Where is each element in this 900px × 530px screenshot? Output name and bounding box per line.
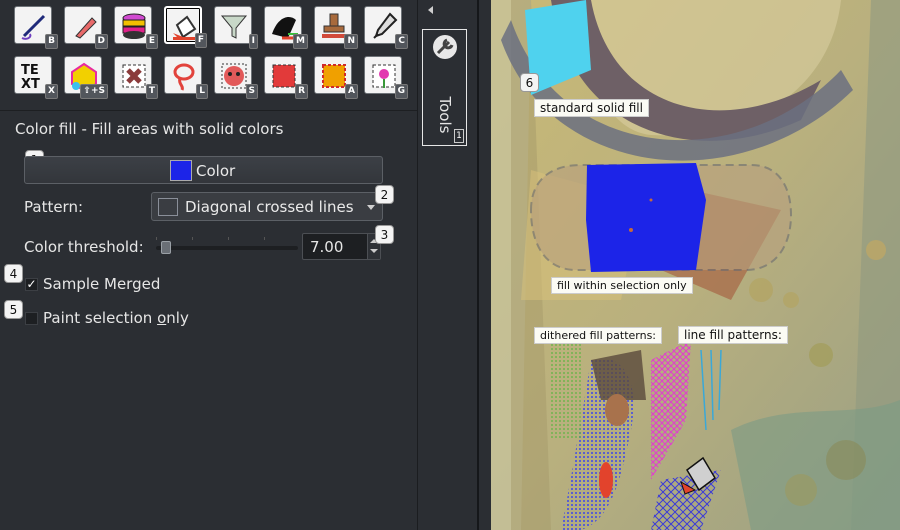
shortcut-key-label: T — [145, 84, 158, 99]
lasso-icon — [173, 63, 195, 91]
shortcut-key-label: C — [395, 34, 408, 49]
shortcut-key-label: E — [145, 34, 158, 49]
tool-title: Color fill - Fill areas with solid color… — [15, 120, 284, 138]
shortcut-key-label: A — [345, 84, 358, 99]
tool-button-magic-fill[interactable]: M — [264, 6, 308, 49]
note-line-fill: line fill patterns: — [678, 326, 788, 344]
svg-text:XT: XT — [21, 77, 40, 92]
tab-tools[interactable]: Tools 1 — [422, 29, 467, 146]
shortcut-key-label: F — [194, 33, 207, 48]
tool-button-fill-bucket[interactable]: F — [164, 6, 207, 48]
tool-button-rect-select[interactable]: R — [264, 56, 308, 99]
badge-2: 2 — [375, 185, 394, 204]
shortcut-key-label: M — [293, 34, 308, 49]
shortcut-key-label: S — [245, 84, 258, 99]
note-selection-fill: fill within selection only — [551, 277, 693, 294]
tool-button-funnel[interactable]: I — [214, 6, 258, 49]
badge-4: 4 — [4, 264, 23, 283]
pattern-value: Diagonal crossed lines — [185, 198, 354, 216]
funnel-icon — [220, 15, 248, 39]
svg-text:TE: TE — [21, 63, 39, 78]
paint-selection-label[interactable]: Paint selection only — [43, 309, 189, 327]
threshold-label: Color threshold: — [24, 238, 144, 256]
drawing-canvas[interactable]: 6 standard solid fill fill within select… — [491, 0, 900, 530]
threshold-value: 7.00 — [310, 238, 344, 256]
paint-selection-label-post: nly — [166, 309, 189, 327]
shortcut-key-label: ⇧+S — [80, 84, 108, 99]
color-swatch — [170, 160, 192, 181]
color-button[interactable]: Color — [24, 156, 383, 184]
tool-button-pencil[interactable]: D — [64, 6, 108, 49]
collapse-left-icon[interactable] — [428, 6, 433, 14]
badge-5: 5 — [4, 300, 23, 319]
shortcut-key-label: N — [344, 34, 358, 49]
chevron-down-icon — [367, 205, 375, 210]
tool-button-flower[interactable]: G — [364, 56, 408, 99]
threshold-slider[interactable] — [156, 237, 298, 254]
tool-button-text[interactable]: TE XT X — [14, 56, 58, 99]
color-button-label: Color — [196, 162, 236, 180]
paint-selection-label-pre: Paint selection — [43, 309, 158, 327]
pattern-select[interactable]: Diagonal crossed lines — [151, 192, 383, 221]
sample-merged-checkbox[interactable]: ✓ — [25, 278, 38, 291]
tool-options-panel: B D E F I M N C TE XT X ⇧+S T L S R A G Color fill - Fill… — [0, 0, 418, 530]
shortcut-key-label: B — [45, 34, 58, 49]
tool-button-lasso[interactable]: L — [164, 56, 208, 99]
tool-button-eyedropper[interactable]: C — [364, 6, 408, 49]
slider-tick — [192, 237, 193, 240]
wrench-icon — [433, 35, 457, 59]
paint-selection-checkbox[interactable] — [25, 312, 38, 325]
tool-button-select[interactable]: S — [214, 56, 258, 99]
paint-selection-label-mnemonic: o — [157, 309, 167, 327]
tool-button-brush[interactable]: B — [14, 6, 58, 49]
slider-tick — [156, 237, 157, 240]
shortcut-key-label: R — [295, 84, 308, 99]
badge-3: 3 — [375, 225, 394, 244]
slider-tick — [264, 237, 265, 240]
spin-down-icon[interactable] — [370, 249, 378, 253]
threshold-spinbox[interactable]: 7.00 — [302, 233, 381, 260]
shortcut-key-label: X — [45, 84, 58, 99]
note-dithered-fill: dithered fill patterns: — [534, 327, 663, 344]
splitter[interactable] — [477, 0, 491, 530]
slider-thumb[interactable] — [161, 241, 171, 254]
shortcut-key-label: L — [196, 84, 208, 99]
tool-button-shapes[interactable]: ⇧+S — [64, 56, 108, 99]
shortcut-key-label: I — [248, 34, 258, 49]
slider-tick — [228, 237, 229, 240]
panel-divider — [0, 110, 417, 111]
tool-button-transform[interactable]: T — [114, 56, 158, 99]
pattern-preview-icon — [158, 198, 178, 216]
shortcut-key-label: D — [94, 34, 108, 49]
tool-button-stamp[interactable]: N — [314, 6, 358, 49]
tab-number: 1 — [454, 129, 464, 143]
tool-button-auto-select[interactable]: A — [314, 56, 358, 99]
shortcut-key-label: G — [394, 84, 408, 99]
sample-merged-label[interactable]: Sample Merged — [43, 275, 160, 293]
dock-bar: Tools 1 — [418, 0, 477, 530]
note-solid-fill: standard solid fill — [534, 99, 649, 117]
tool-button-eraser[interactable]: E — [114, 6, 158, 49]
artwork — [491, 0, 900, 530]
badge-6: 6 — [520, 73, 539, 92]
splitter-line — [477, 0, 479, 530]
tab-tools-label: Tools — [436, 96, 454, 134]
pattern-label: Pattern: — [24, 198, 84, 216]
